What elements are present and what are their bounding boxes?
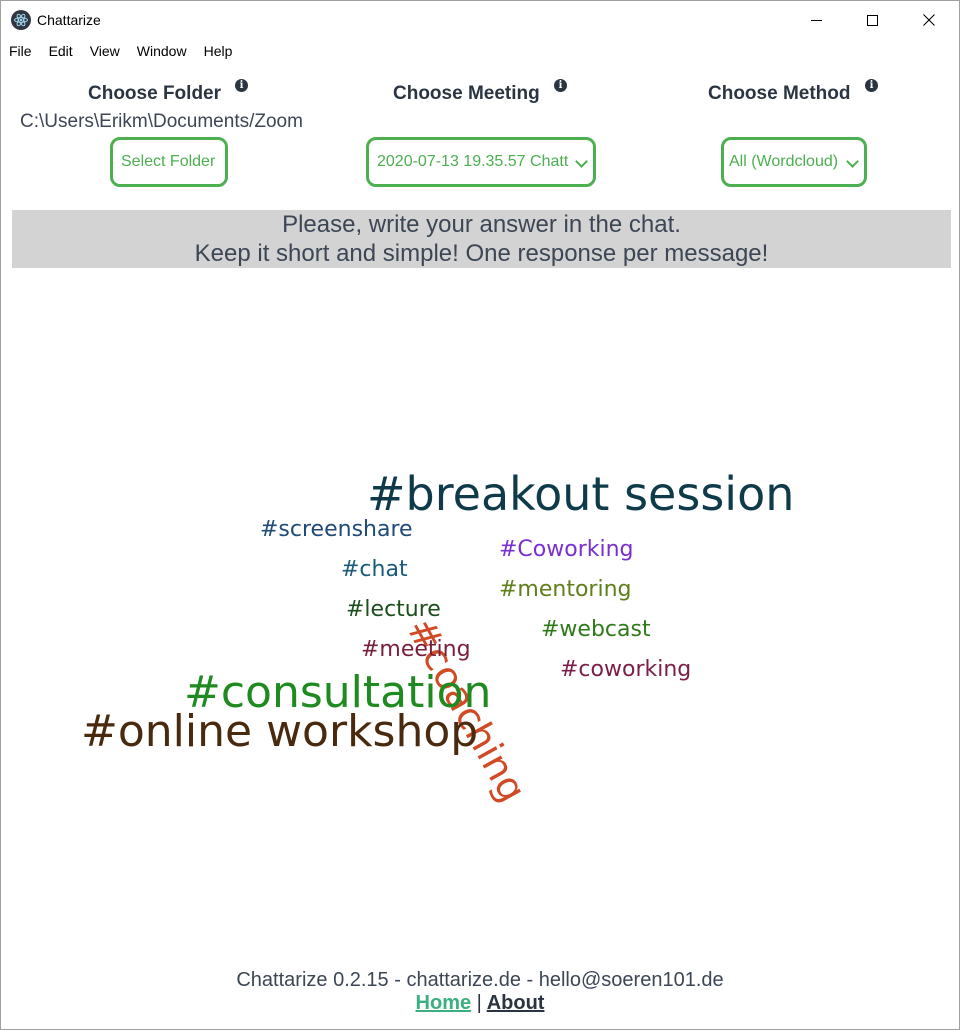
meeting-select[interactable]: 2020-07-13 19.35.57 Chatt: [366, 137, 596, 187]
wordcloud-word: #online workshop: [81, 706, 479, 757]
wordcloud-word: #breakout session: [367, 467, 795, 521]
folder-path: C:\Users\Erikm\Documents/Zoom: [20, 111, 303, 132]
method-select-value: All (Wordcloud): [729, 153, 839, 170]
about-link[interactable]: About: [487, 992, 545, 1014]
wordcloud-word: #coworking: [560, 657, 692, 682]
home-link[interactable]: Home: [416, 992, 472, 1014]
menu-bar: File Edit View Window Help: [1, 39, 241, 65]
wordcloud-word: #meeting: [361, 637, 471, 662]
footer-nav: Home | About: [1, 992, 959, 1015]
wordcloud-word: #chat: [341, 557, 408, 582]
banner-line-1: Please, write your answer in the chat.: [282, 211, 681, 238]
banner-line-2: Keep it short and simple! One response p…: [194, 240, 769, 267]
choose-method-heading: Choose Method: [708, 83, 851, 104]
footer-credits: Chattarize 0.2.15 - chattarize.de - hell…: [236, 969, 724, 991]
maximize-button[interactable]: [843, 1, 901, 39]
app-window: Chattarize File Edit View Window Help Ch…: [0, 0, 960, 1030]
close-button[interactable]: [900, 1, 958, 39]
folder-info-icon[interactable]: i: [235, 79, 248, 92]
electron-atom-icon: [11, 10, 31, 30]
menu-file[interactable]: File: [1, 39, 41, 65]
window-title: Chattarize: [37, 12, 101, 28]
method-info-icon[interactable]: i: [865, 79, 878, 92]
wordcloud-word: #lecture: [346, 597, 441, 622]
question-banner: Please, write your answer in the chat. K…: [12, 210, 951, 268]
select-folder-button[interactable]: Select Folder: [110, 137, 228, 187]
wordcloud: #breakout session #screenshare #coaching…: [1, 281, 959, 961]
close-icon: [923, 14, 935, 26]
meeting-select-value: 2020-07-13 19.35.57 Chatt: [377, 153, 569, 170]
wordcloud-word: #webcast: [541, 617, 651, 642]
footer: Chattarize 0.2.15 - chattarize.de - hell…: [1, 969, 959, 1015]
maximize-icon: [866, 14, 878, 26]
title-bar: Chattarize: [1, 1, 959, 39]
footer-separator: |: [476, 992, 482, 1014]
menu-edit[interactable]: Edit: [41, 39, 82, 65]
menu-help[interactable]: Help: [196, 39, 242, 65]
menu-view[interactable]: View: [82, 39, 129, 65]
wordcloud-word: #mentoring: [499, 577, 632, 602]
wordcloud-word: #Coworking: [499, 537, 634, 562]
chevron-down-icon: [575, 155, 588, 168]
menu-window[interactable]: Window: [129, 39, 196, 65]
minimize-button[interactable]: [787, 1, 845, 39]
minimize-icon: [810, 19, 822, 21]
chevron-down-icon: [846, 155, 859, 168]
meeting-info-icon[interactable]: i: [554, 79, 567, 92]
choose-folder-heading: Choose Folder: [88, 83, 222, 104]
method-select[interactable]: All (Wordcloud): [721, 137, 867, 187]
wordcloud-word: #screenshare: [260, 517, 413, 542]
choose-meeting-heading: Choose Meeting: [393, 83, 540, 104]
